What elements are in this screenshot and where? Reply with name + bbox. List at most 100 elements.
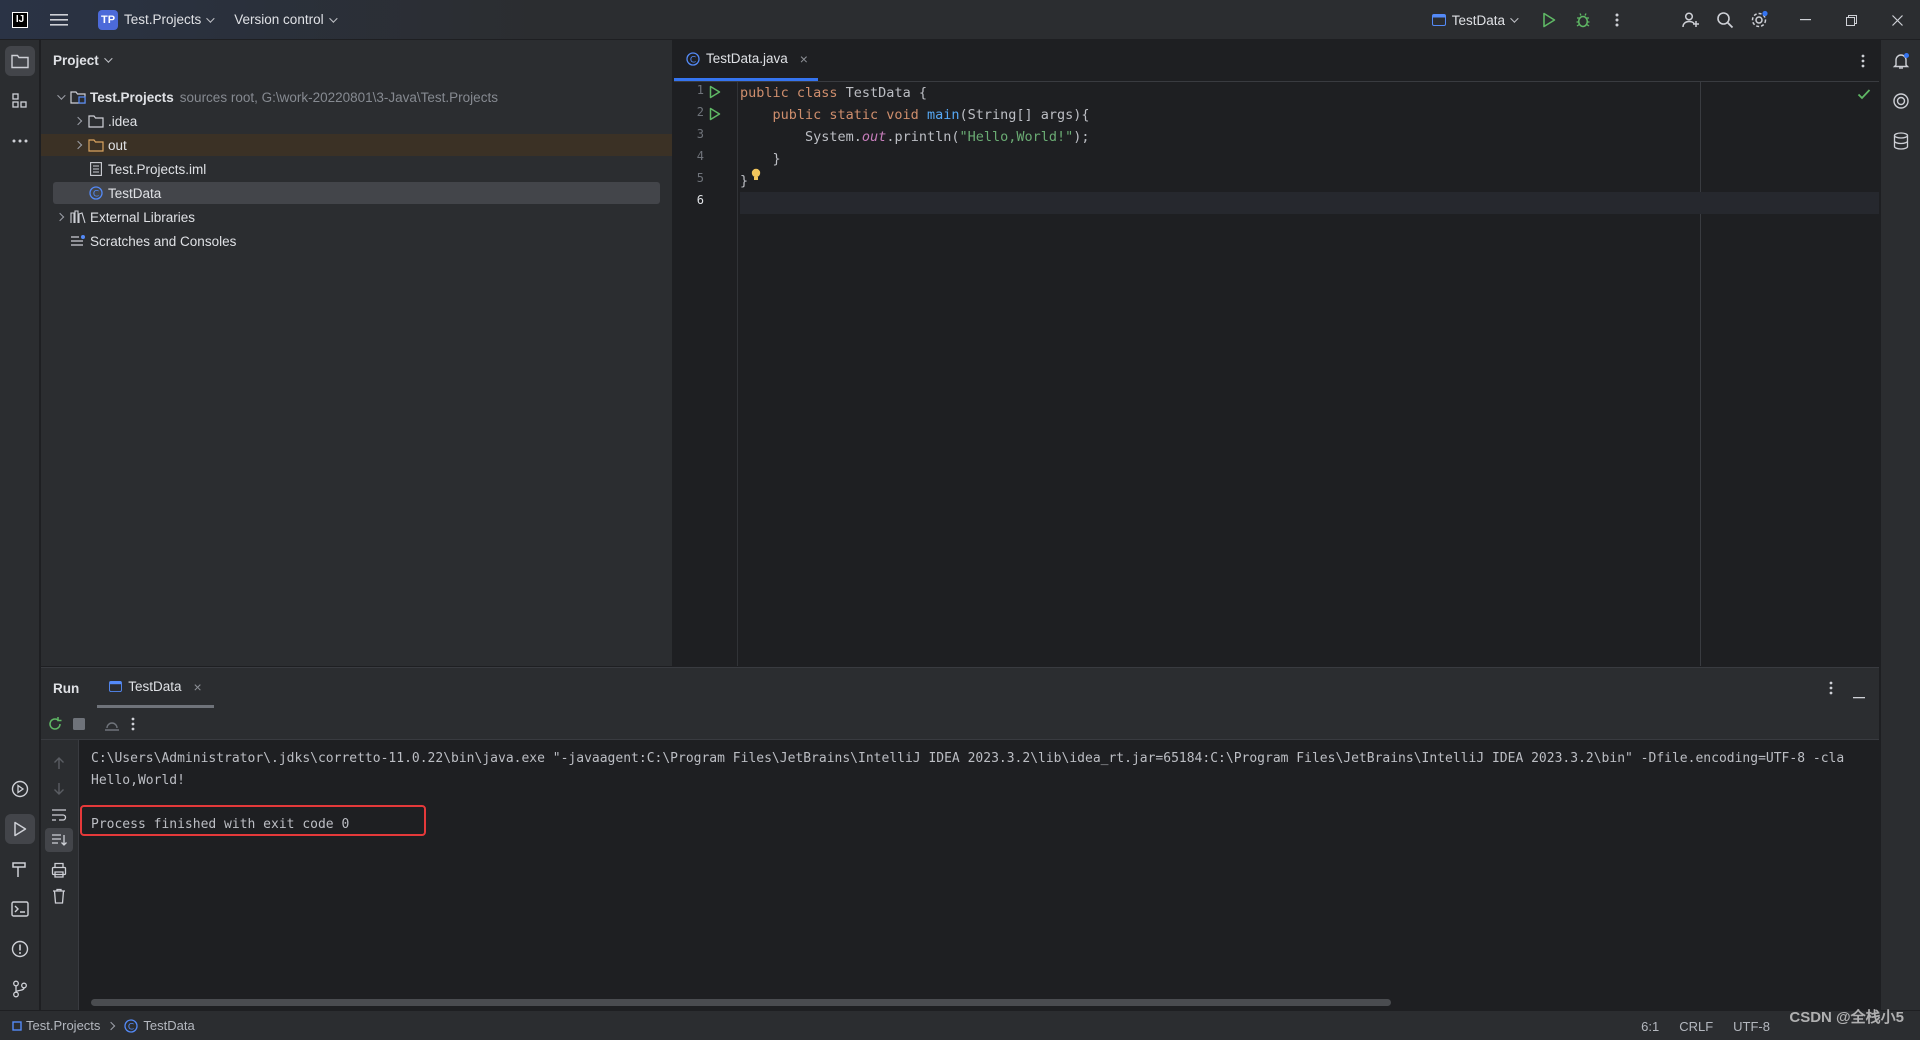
tree-item-out[interactable]: out	[41, 134, 672, 156]
lightbulb-icon[interactable]	[750, 168, 762, 182]
minimize-button[interactable]	[1782, 0, 1828, 40]
project-panel-header[interactable]: Project	[41, 40, 672, 80]
project-name: Test.Projects	[124, 12, 202, 27]
run-button[interactable]	[1532, 3, 1566, 37]
problems-tool-button[interactable]	[5, 934, 35, 964]
run-tab-testdata[interactable]: TestData ×	[97, 668, 214, 708]
tree-item-root[interactable]: Test.Projects sources root, G:\work-2022…	[53, 86, 660, 108]
build-tool-button[interactable]	[5, 854, 35, 884]
horizontal-scrollbar[interactable]	[91, 999, 1391, 1006]
expand-arrow-icon[interactable]	[53, 212, 67, 222]
rerun-icon[interactable]	[47, 716, 63, 732]
close-tab-icon[interactable]: ×	[194, 679, 202, 695]
breadcrumb-project[interactable]: Test.Projects	[26, 1018, 100, 1033]
tree-item-idea[interactable]: .idea	[53, 110, 660, 132]
expand-arrow-icon[interactable]	[71, 116, 85, 126]
line-number: 4	[696, 149, 704, 163]
soft-wrap-icon[interactable]	[51, 808, 67, 822]
code-area[interactable]: public class TestData { public static vo…	[740, 82, 1879, 666]
close-tab-icon[interactable]: ×	[800, 51, 808, 67]
svg-text:C: C	[128, 1022, 134, 1032]
print-icon[interactable]	[51, 862, 67, 878]
gutter-run-icon[interactable]	[709, 85, 721, 99]
git-tool-button[interactable]	[5, 974, 35, 1004]
problems-icon	[11, 940, 29, 958]
trash-icon[interactable]	[52, 888, 66, 904]
tree-item-label: TestData	[108, 185, 162, 201]
scratches-icon	[70, 233, 86, 249]
left-tool-strip	[0, 40, 40, 1010]
search-everywhere-button[interactable]	[1708, 3, 1742, 37]
debug-button[interactable]	[1566, 3, 1600, 37]
terminal-tool-button[interactable]	[5, 894, 35, 924]
gear-icon	[1751, 10, 1768, 28]
line-number: 1	[696, 83, 704, 97]
breadcrumb-file[interactable]: TestData	[143, 1018, 194, 1033]
version-control-menu[interactable]: Version control	[226, 6, 342, 34]
right-tool-strip	[1880, 40, 1920, 1010]
chevron-down-icon	[206, 13, 215, 23]
more-vertical-icon[interactable]	[131, 717, 135, 731]
restore-layout-icon[interactable]	[103, 716, 121, 732]
editor-tab-testdata[interactable]: C TestData.java ×	[674, 39, 818, 81]
run-config-label: TestData	[1451, 12, 1505, 28]
tree-item-hint: sources root, G:\work-20220801\3-Java\Te…	[179, 89, 498, 105]
gutter-run-icon[interactable]	[709, 107, 721, 121]
restore-button[interactable]	[1828, 0, 1874, 40]
tree-item-scratches[interactable]: Scratches and Consoles	[53, 230, 660, 252]
code-line: }	[740, 173, 749, 189]
code-with-me-button[interactable]	[1674, 3, 1708, 37]
chevron-right-icon	[107, 1021, 116, 1030]
hammer-icon	[12, 862, 26, 877]
more-horizontal-icon	[12, 139, 28, 143]
run-tool-button[interactable]	[5, 814, 35, 844]
expand-arrow-icon[interactable]	[53, 91, 67, 100]
arrow-down-icon[interactable]	[53, 782, 65, 796]
run-icon	[1543, 12, 1556, 28]
line-number: 6	[696, 193, 704, 207]
more-vertical-icon	[1829, 681, 1833, 695]
run-panel-options-button[interactable]	[1829, 681, 1833, 698]
more-tools-button[interactable]	[5, 126, 35, 156]
tree-item-external-libraries[interactable]: External Libraries	[53, 206, 660, 228]
notifications-button[interactable]	[1886, 46, 1916, 76]
current-line-highlight	[740, 192, 1879, 214]
console-output[interactable]: C:\Users\Administrator\.jdks\corretto-11…	[91, 748, 1879, 980]
file-encoding[interactable]: UTF-8	[1733, 1019, 1770, 1034]
ai-assistant-button[interactable]	[1886, 86, 1916, 116]
hide-panel-button[interactable]	[1853, 687, 1865, 702]
database-button[interactable]	[1886, 126, 1916, 156]
run-config-selector[interactable]: TestData	[1424, 6, 1524, 34]
run-panel-header: Run TestData ×	[41, 668, 1879, 708]
close-window-button[interactable]	[1874, 0, 1920, 40]
tree-item-iml[interactable]: Test.Projects.iml	[53, 158, 660, 180]
services-tool-button[interactable]	[5, 774, 35, 804]
title-bar: IJ TP Test.Projects Version control Test…	[0, 0, 1920, 40]
svg-text:C: C	[690, 55, 696, 65]
status-bar: Test.Projects C TestData 6:1 CRLF UTF-8	[0, 1010, 1920, 1040]
console-line: C:\Users\Administrator\.jdks\corretto-11…	[91, 751, 1845, 766]
arrow-up-icon[interactable]	[53, 756, 65, 770]
tree-item-label: out	[108, 137, 127, 153]
run-panel-title: Run	[53, 680, 80, 696]
stop-icon[interactable]	[73, 717, 85, 730]
structure-tool-button[interactable]	[5, 86, 35, 116]
editor-more-button[interactable]	[1861, 54, 1865, 71]
java-class-icon: C	[88, 185, 104, 201]
caret-position[interactable]: 6:1	[1641, 1019, 1659, 1034]
tree-item-testdata[interactable]: C TestData	[53, 182, 660, 204]
app-config-icon	[109, 681, 123, 692]
scroll-to-end-toggle[interactable]	[45, 828, 73, 852]
editor-gutter: 1 2 3 4 5 6	[674, 82, 738, 666]
project-switcher[interactable]: TP Test.Projects	[90, 6, 220, 34]
intellij-logo-icon[interactable]: IJ	[12, 11, 28, 28]
settings-button[interactable]	[1742, 3, 1776, 37]
excluded-folder-icon	[88, 137, 104, 153]
main-menu-button[interactable]	[42, 6, 76, 34]
project-tool-button[interactable]	[5, 46, 35, 76]
line-separator[interactable]: CRLF	[1679, 1019, 1713, 1034]
expand-arrow-icon[interactable]	[71, 140, 85, 150]
database-icon	[1893, 132, 1909, 150]
more-actions-button[interactable]	[1600, 3, 1634, 37]
chevron-down-icon	[103, 54, 113, 63]
